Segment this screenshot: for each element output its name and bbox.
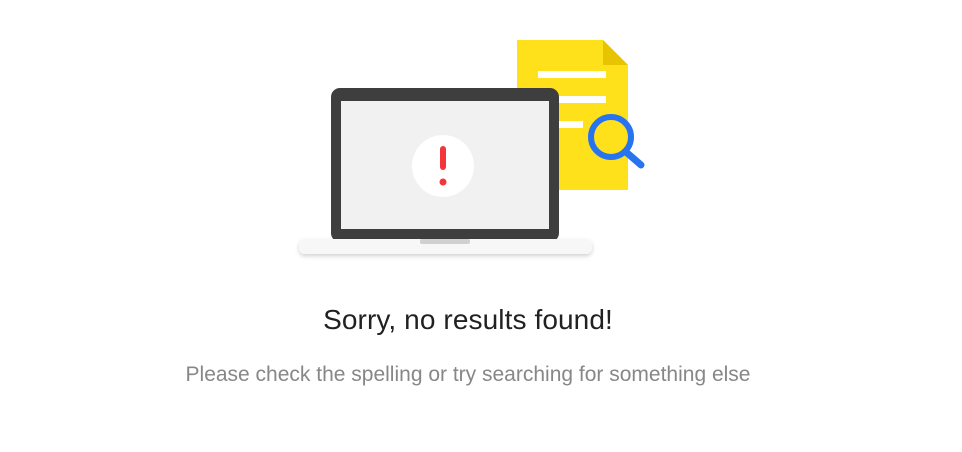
no-results-title: Sorry, no results found! [323,304,613,335]
no-results-message: Please check the spelling or try searchi… [185,363,751,386]
exclamation-icon [412,135,474,197]
no-results-page: Sorry, no results found! Please check th… [0,0,962,452]
no-results-illustration [299,40,645,254]
